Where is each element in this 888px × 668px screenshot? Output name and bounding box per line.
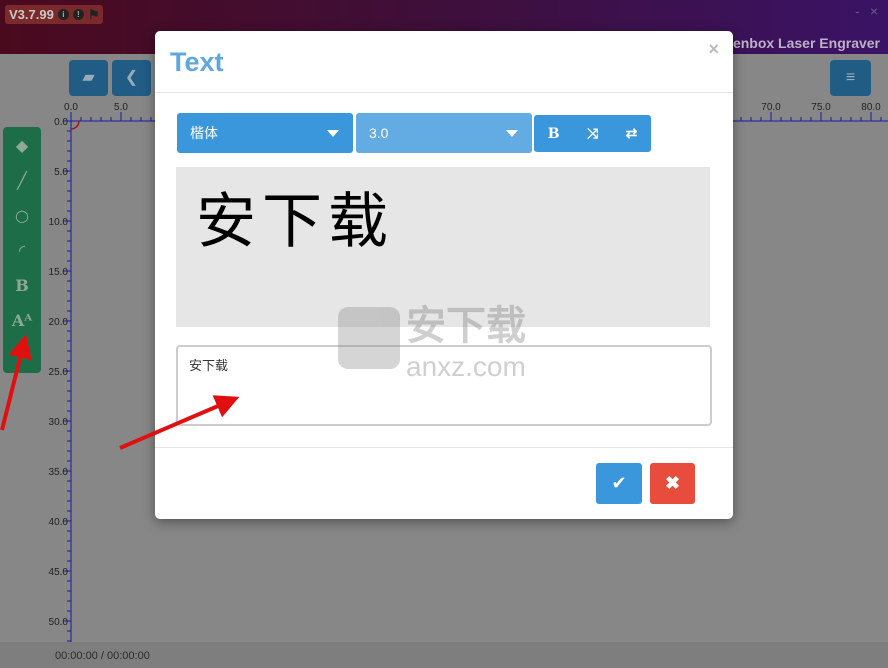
circle-icon[interactable]: ○ — [15, 203, 29, 228]
alert-icon[interactable]: ! — [72, 9, 84, 20]
arc-icon[interactable]: ◜ — [19, 238, 25, 263]
tool-sidebar: ◆ ╱ ○ ◜ B Aᴬ — [3, 127, 41, 373]
bold-icon[interactable]: B — [15, 273, 29, 298]
size-select[interactable]: 3.0 — [356, 113, 532, 153]
y-tick-label: 35.0 — [49, 467, 69, 478]
origin-marker — [70, 120, 80, 130]
y-tick-label: 40.0 — [49, 517, 69, 528]
status-bar: 00:00:00 / 00:00:00 — [0, 642, 888, 668]
text-preview: 安下载 — [176, 167, 710, 327]
version-label: V3.7.99 — [9, 7, 54, 22]
divider — [155, 447, 733, 448]
menu-button[interactable]: ≡ — [830, 60, 871, 96]
back-button[interactable]: ❮ — [112, 60, 151, 96]
minimize-button[interactable]: - — [855, 3, 860, 19]
y-tick-label: 25.0 — [49, 367, 69, 378]
y-tick-label: 10.0 — [49, 217, 69, 228]
divider — [155, 92, 733, 93]
y-tick-label: 50.0 — [49, 617, 69, 628]
style-button-group: B ⤨ ⇄ — [534, 115, 651, 152]
confirm-button[interactable]: ✔ — [596, 463, 642, 504]
line-icon[interactable]: ╱ — [17, 168, 27, 193]
dialog-title: Text — [170, 47, 224, 77]
x-tick-label: 80.0 — [861, 102, 881, 113]
time-readout: 00:00:00 / 00:00:00 — [55, 650, 150, 662]
y-tick-label: 45.0 — [49, 567, 69, 578]
tag-icon[interactable]: ◆ — [16, 133, 28, 158]
size-value: 3.0 — [369, 125, 389, 141]
text-input[interactable] — [176, 345, 712, 426]
folder-open-icon: ▰ — [82, 69, 95, 86]
preview-text: 安下载 — [196, 187, 394, 257]
shuffle-button[interactable]: ⤨ — [587, 125, 598, 142]
x-tick-label: 75.0 — [811, 102, 831, 113]
font-select[interactable]: 楷体 — [177, 113, 353, 153]
flag-icon[interactable]: ⚑ — [88, 5, 100, 24]
caret-down-icon — [327, 130, 339, 137]
x-tick-label: 5.0 — [114, 102, 128, 113]
x-icon: ✖ — [664, 473, 681, 493]
y-tick-label: 30.0 — [49, 417, 69, 428]
text-dialog: Text × 楷体 3.0 B ⤨ ⇄ 安下载 ✔ ✖ — [155, 31, 733, 519]
y-tick-label: 0.0 — [54, 117, 68, 128]
info-icon[interactable]: i — [57, 9, 69, 20]
y-tick-label: 5.0 — [54, 167, 68, 178]
y-tick-label: 15.0 — [49, 267, 69, 278]
chevron-left-icon: ❮ — [124, 69, 139, 86]
open-file-button[interactable]: ▰ — [69, 60, 108, 96]
caret-down-icon — [506, 130, 518, 137]
close-window-button[interactable]: × — [870, 3, 878, 19]
font-value: 楷体 — [190, 125, 218, 141]
x-tick-label: 70.0 — [761, 102, 781, 113]
cancel-button[interactable]: ✖ — [650, 463, 695, 504]
version-badge: V3.7.99 i ! ⚑ — [5, 5, 104, 24]
bold-button[interactable]: B — [548, 126, 560, 142]
dialog-close-button[interactable]: × — [708, 39, 719, 60]
y-tick-label: 20.0 — [49, 317, 69, 328]
menu-icon: ≡ — [845, 69, 856, 86]
swap-button[interactable]: ⇄ — [626, 125, 638, 142]
app-title: Benbox Laser Engraver — [722, 35, 880, 51]
check-icon: ✔ — [611, 473, 627, 493]
text-icon[interactable]: Aᴬ — [12, 308, 32, 333]
x-tick-label: 0.0 — [64, 102, 78, 113]
